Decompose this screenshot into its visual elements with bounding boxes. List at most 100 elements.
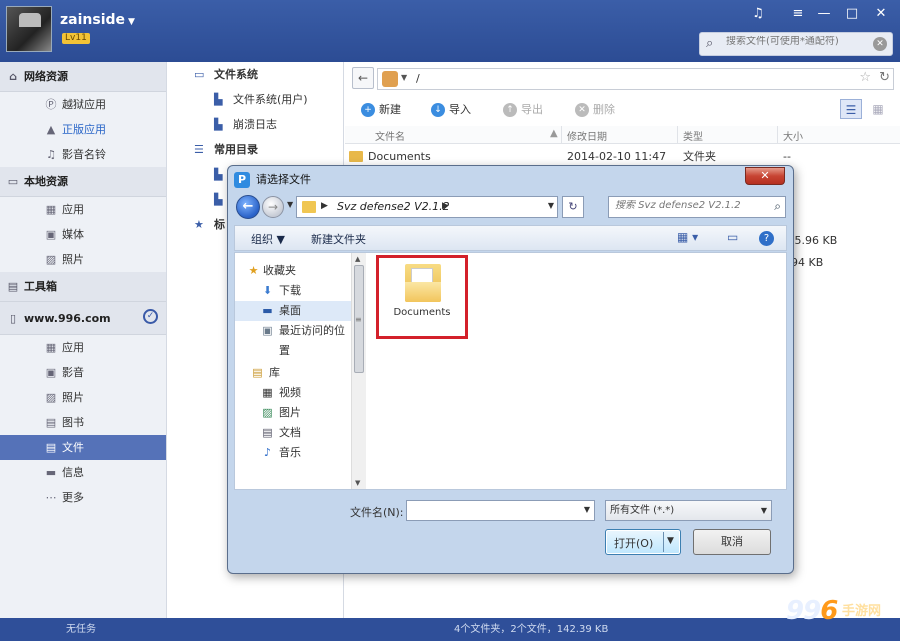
new-button[interactable]: + 新建 [361, 102, 401, 118]
close-icon[interactable]: ✕ [872, 6, 890, 21]
section-title: www.996.com [24, 312, 111, 325]
col-size[interactable]: 大小 [783, 128, 803, 143]
nav-pictures[interactable]: ▨ 图片 [235, 403, 351, 423]
grid-icon: ▦ [45, 203, 57, 216]
sidebar-item-label: 影音 [62, 366, 84, 379]
col-divider [677, 126, 678, 144]
sidebar-item-label: 应用 [62, 203, 84, 216]
section-local-resources[interactable]: ▭ 本地资源 [0, 167, 166, 197]
section-network-resources[interactable]: ⌂ 网络资源 [0, 62, 166, 92]
menu-icon[interactable]: ≡ [789, 6, 807, 21]
chevron-down-icon[interactable]: ▼ [548, 201, 554, 210]
chevron-down-icon[interactable]: ▼ [584, 505, 590, 514]
file-icon: ▙ [214, 118, 223, 131]
avatar[interactable] [6, 6, 52, 52]
cancel-button[interactable]: 取消 [693, 529, 771, 555]
nav-library[interactable]: ▤ 库 [235, 363, 351, 383]
filename-field[interactable]: ▼ [406, 500, 595, 521]
tree-section-filesystem[interactable]: ▭ 文件系统 [168, 62, 343, 87]
tree-section-common[interactable]: ☰ 常用目录 [168, 137, 343, 162]
delete-button[interactable]: ✕ 删除 [575, 102, 615, 118]
section-device[interactable]: ▯ www.996.com ✓ [0, 302, 166, 335]
nav-documents[interactable]: ▤ 文档 [235, 423, 351, 443]
scroll-up-icon[interactable]: ▲ [355, 255, 360, 263]
sidebar-item-device-more[interactable]: ⋯ 更多 [0, 485, 166, 510]
organize-button[interactable]: 组织 ▼ [251, 231, 285, 247]
row-date: 2014-02-10 11:47 [567, 150, 667, 163]
tree-item-user-filesystem[interactable]: ▙ 文件系统(用户) [168, 87, 343, 112]
nav-videos[interactable]: ▦ 视频 [235, 383, 351, 403]
tree-item-label: 文件系统(用户) [233, 93, 308, 106]
sidebar-item-device-messages[interactable]: ▬ 信息 [0, 460, 166, 485]
sidebar-item-media-ringtones[interactable]: ♫ 影音名铃 [0, 142, 166, 167]
dialog-title: P 请选择文件 [234, 171, 311, 189]
restore-icon[interactable]: □ [843, 6, 861, 21]
help-icon[interactable]: ? [759, 231, 774, 246]
export-button[interactable]: ↑ 导出 [503, 102, 543, 118]
refresh-button[interactable]: ↻ [562, 196, 584, 218]
nav-back-button[interactable]: ← [236, 195, 260, 219]
minimize-icon[interactable]: — [815, 6, 833, 21]
nav-desktop[interactable]: ▬ 桌面 [235, 301, 351, 321]
video-icon: ▣ [45, 228, 57, 241]
dialog-search-input[interactable] [615, 200, 765, 211]
star-icon: ★ [248, 264, 259, 277]
star-icon[interactable]: ☆ [859, 70, 871, 85]
nav-music[interactable]: ♪ 音乐 [235, 443, 351, 463]
sidebar-item-device-books[interactable]: ▤ 图书 [0, 410, 166, 435]
sidebar-item-device-video[interactable]: ▣ 影音 [0, 360, 166, 385]
nav-forward-button[interactable]: → [262, 196, 284, 218]
sidebar-item-local-media[interactable]: ▣ 媒体 [0, 222, 166, 247]
tree-section-label: 标 [214, 218, 225, 231]
file-icon: ▙ [214, 93, 223, 106]
search-icon[interactable]: ⌕ [774, 199, 781, 214]
table-row[interactable]: Documents 2014-02-10 11:47 文件夹 -- [345, 146, 900, 167]
username[interactable]: zainside ▼ [60, 12, 135, 28]
new-folder-button[interactable]: 新建文件夹 [311, 231, 366, 247]
col-type[interactable]: 类型 [683, 128, 703, 143]
file-list-area: Documents [367, 253, 787, 489]
folder-icon [349, 151, 363, 162]
preview-pane-icon[interactable]: ▭ [727, 230, 738, 244]
music-icon[interactable]: ♫ [749, 6, 767, 21]
delete-icon: ✕ [575, 103, 589, 117]
path-bar[interactable]: ▼ / ☆ ↻ [377, 68, 894, 90]
tree-item-crash-logs[interactable]: ▙ 崩溃日志 [168, 112, 343, 137]
sidebar-item-device-files[interactable]: ▤ 文件 [0, 435, 166, 460]
filetype-select[interactable]: 所有文件 (*.*) ▼ [605, 500, 772, 521]
open-button[interactable]: 打开(O) ▼ [605, 529, 681, 555]
sidebar-item-local-photos[interactable]: ▨ 照片 [0, 247, 166, 272]
chevron-down-icon[interactable]: ▼ [667, 536, 674, 546]
sidebar-item-device-apps[interactable]: ▦ 应用 [0, 335, 166, 360]
sidebar-item-local-apps[interactable]: ▦ 应用 [0, 197, 166, 222]
view-options-icon[interactable]: ▦ ▾ [677, 230, 698, 244]
nav-favorites[interactable]: ★ 收藏夹 [235, 261, 351, 281]
folder-documents[interactable]: Documents [376, 255, 468, 339]
col-name[interactable]: 文件名 [375, 128, 405, 143]
folder-icon [405, 264, 441, 304]
scrollbar-grip-icon: ≡ [355, 315, 362, 324]
history-dropdown-icon[interactable]: ▼ [287, 200, 293, 209]
clear-search-icon[interactable]: ✕ [873, 37, 887, 51]
address-bar[interactable]: ▶ Svz defense2 V2.1.2 ▶ ▼ [296, 196, 558, 218]
sidebar-item-jailbreak-apps[interactable]: Ⓟ 越狱应用 [0, 92, 166, 117]
list-view-button[interactable]: ☰ [840, 99, 862, 119]
grid-view-button[interactable]: ▦ [867, 99, 889, 119]
col-date[interactable]: 修改日期 [567, 128, 607, 143]
section-toolbox[interactable]: ▤ 工具箱 [0, 272, 166, 302]
nav-pane-scrollbar[interactable]: ▲ ≡ ▼ [351, 253, 366, 489]
import-button[interactable]: ↓ 导入 [431, 102, 471, 118]
sidebar-item-device-photos[interactable]: ▨ 照片 [0, 385, 166, 410]
scroll-down-icon[interactable]: ▼ [355, 479, 360, 487]
dialog-search-box: ⌕ [608, 196, 786, 218]
nav-label: 收藏夹 [263, 264, 296, 277]
nav-downloads[interactable]: ⬇ 下载 [235, 281, 351, 301]
document-icon: ▤ [262, 426, 273, 439]
search-input[interactable] [726, 36, 871, 47]
device-icon: ▙ [214, 193, 223, 206]
refresh-icon[interactable]: ↻ [879, 70, 890, 85]
back-button[interactable]: ← [352, 67, 374, 89]
dialog-close-button[interactable]: ✕ [745, 167, 785, 185]
nav-recent[interactable]: ▣ 最近访问的位置 [235, 321, 351, 357]
sidebar-item-genuine-apps[interactable]: ▲ 正版应用 [0, 117, 166, 142]
